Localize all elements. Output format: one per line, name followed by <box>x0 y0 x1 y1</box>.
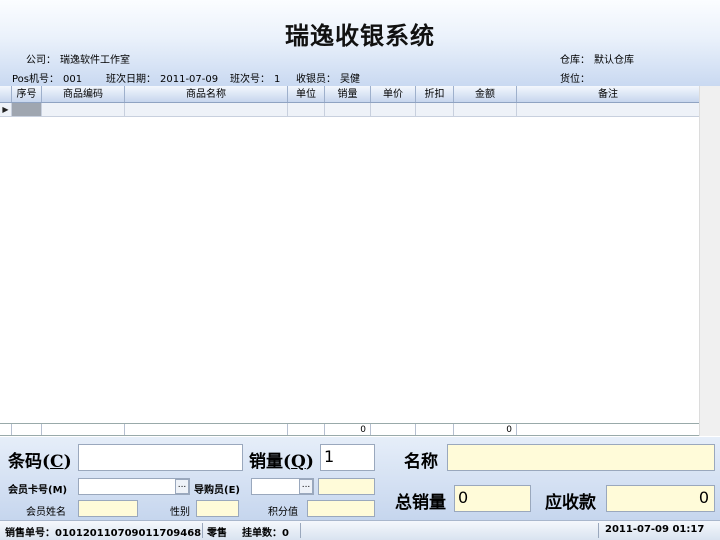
sale-mode: 零售 <box>207 528 227 539</box>
shift-no-value: 1 <box>274 74 281 85</box>
warehouse-info: 仓库： 默认仓库 <box>560 51 638 66</box>
totals-unit <box>288 424 325 435</box>
header: 瑞逸收银系统 公司： 瑞逸软件工作室 仓库： 默认仓库 Pos机号： 001 班次日期… <box>0 0 720 86</box>
guide-name-field <box>318 478 375 495</box>
hold-value: 0 <box>282 528 289 539</box>
company-info: 公司： 瑞逸软件工作室 <box>26 51 134 66</box>
totals-code <box>42 424 125 435</box>
location-info: 货位： <box>560 70 598 85</box>
order-label: 销售单号： <box>5 528 55 539</box>
cell-qty[interactable] <box>325 103 371 116</box>
table-row[interactable]: ▶ <box>0 103 699 117</box>
hold-count: 挂单数：0 <box>242 524 289 539</box>
col-header-name[interactable]: 商品名称 <box>125 86 288 102</box>
grid-header: 序号 商品编码 商品名称 单位 销量 单价 折扣 金额 备注 <box>0 86 699 103</box>
pos-value: 001 <box>63 74 83 85</box>
guide-lookup-button[interactable]: ... <box>299 479 313 494</box>
col-header-discount[interactable]: 折扣 <box>416 86 454 102</box>
warehouse-value: 默认仓库 <box>594 55 634 66</box>
cashier-label: 收银员： <box>296 74 336 85</box>
qty-label-close: ) <box>305 452 314 472</box>
totals-indicator <box>0 424 12 435</box>
order-value: 010120110709011709468 <box>55 528 202 539</box>
order-number: 销售单号：010120110709011709468 <box>5 524 201 539</box>
gender-field <box>196 500 239 517</box>
cell-name[interactable] <box>125 103 288 116</box>
receivable-label: 应收款 <box>545 493 596 513</box>
gender-label: 性别 <box>170 507 190 518</box>
company-label: 公司： <box>26 55 56 66</box>
guide-label: 导购员(E) <box>194 485 240 496</box>
grid-scrollbar[interactable] <box>699 86 720 436</box>
input-panel: 条码(C) 销量(Q) 1 名称 会员卡号(M) ... 导购员(E) ... … <box>0 437 720 520</box>
cashier-info: 收银员： 吴健 <box>296 70 364 85</box>
qty-label-text: 销量( <box>249 452 292 472</box>
location-label: 货位： <box>560 74 590 85</box>
col-header-amount[interactable]: 金额 <box>454 86 517 102</box>
col-header-price[interactable]: 单价 <box>371 86 416 102</box>
app-title: 瑞逸收银系统 <box>285 21 435 50</box>
col-header-seq[interactable]: 序号 <box>12 86 42 102</box>
barcode-label-close: ) <box>63 452 72 472</box>
cell-code[interactable] <box>42 103 125 116</box>
totals-seq <box>12 424 42 435</box>
total-qty-field: 0 <box>454 485 531 512</box>
col-header-remark[interactable]: 备注 <box>517 86 699 102</box>
col-header-qty[interactable]: 销量 <box>325 86 371 102</box>
totals-qty: 0 <box>325 424 371 435</box>
totals-remark <box>517 424 699 435</box>
qty-input[interactable]: 1 <box>320 444 375 471</box>
totals-amount: 0 <box>454 424 517 435</box>
member-name-field <box>78 500 138 517</box>
totals-name <box>125 424 288 435</box>
status-separator <box>598 523 599 538</box>
member-name-label: 会员姓名 <box>26 507 66 518</box>
product-name-label: 名称 <box>404 452 438 472</box>
company-value: 瑞逸软件工作室 <box>60 55 130 66</box>
cell-price[interactable] <box>371 103 416 116</box>
barcode-label: 条码(C) <box>8 447 72 472</box>
cell-amount[interactable] <box>454 103 517 116</box>
member-card-label: 会员卡号(M) <box>8 485 68 496</box>
member-card-input[interactable] <box>78 478 190 495</box>
cell-seq[interactable] <box>12 103 42 116</box>
qty-label: 销量(Q) <box>249 447 314 472</box>
shift-date-label: 班次日期： <box>106 74 156 85</box>
cell-discount[interactable] <box>416 103 454 116</box>
shift-no-label: 班次号： <box>230 74 270 85</box>
totals-discount <box>416 424 454 435</box>
cell-remark[interactable] <box>517 103 699 116</box>
hold-label: 挂单数： <box>242 528 282 539</box>
points-field <box>307 500 375 517</box>
warehouse-label: 仓库： <box>560 55 590 66</box>
shift-no-info: 班次号： 1 <box>230 70 284 85</box>
sales-grid[interactable]: 序号 商品编码 商品名称 单位 销量 单价 折扣 金额 备注 ▶ <box>0 86 720 436</box>
col-header-code[interactable]: 商品编码 <box>42 86 125 102</box>
cashier-value: 吴健 <box>340 74 360 85</box>
row-indicator-arrow-icon: ▶ <box>0 103 12 116</box>
receivable-field: 0 <box>606 485 715 512</box>
points-label: 积分值 <box>268 507 298 518</box>
product-name-field <box>447 444 715 471</box>
cell-unit[interactable] <box>288 103 325 116</box>
totals-price <box>371 424 416 435</box>
status-separator <box>202 523 203 538</box>
barcode-shortcut-key: C <box>50 452 64 472</box>
status-separator <box>300 523 301 538</box>
status-datetime: 2011-07-09 01:17 <box>605 524 705 535</box>
pos-label: Pos机号： <box>12 74 60 85</box>
status-bar: 销售单号：010120110709011709468 零售 挂单数：0 2011… <box>0 520 720 540</box>
qty-shortcut-key: Q <box>291 452 306 472</box>
barcode-input[interactable] <box>78 444 243 471</box>
member-card-lookup-button[interactable]: ... <box>175 479 189 494</box>
totals-row: 0 0 <box>0 423 699 436</box>
barcode-label-text: 条码( <box>8 452 51 472</box>
shift-date-info: 班次日期： 2011-07-09 <box>106 70 222 85</box>
total-qty-label: 总销量 <box>395 493 446 513</box>
pos-info: Pos机号： 001 <box>12 70 86 85</box>
shift-date-value: 2011-07-09 <box>160 74 219 85</box>
row-indicator-header <box>0 86 12 102</box>
col-header-unit[interactable]: 单位 <box>288 86 325 102</box>
